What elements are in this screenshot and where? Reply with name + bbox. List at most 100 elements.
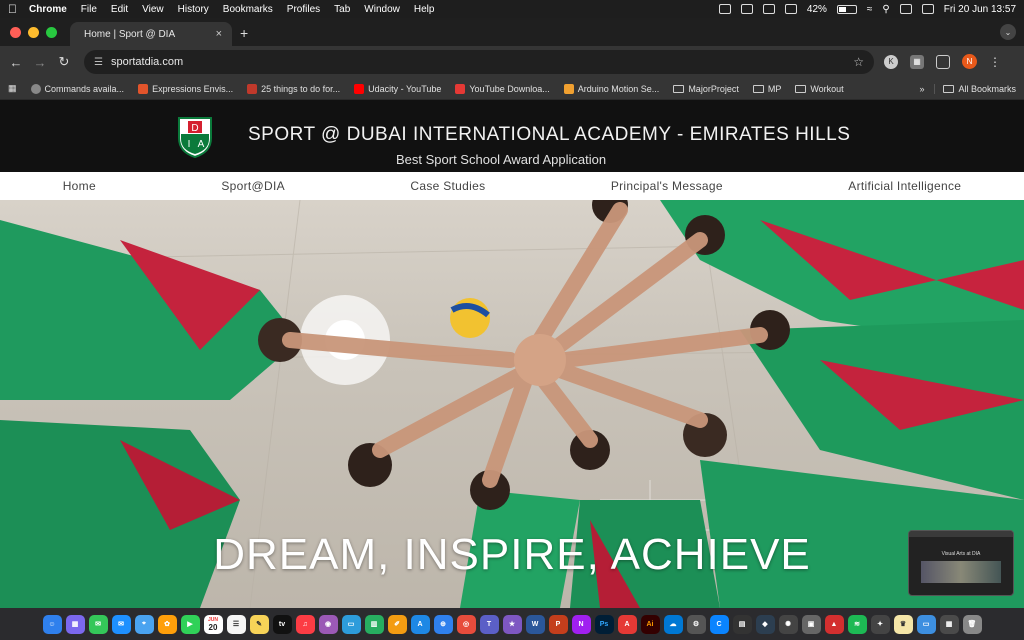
site-title[interactable]: SPORT @ DUBAI INTERNATIONAL ACADEMY - EM… — [248, 124, 850, 146]
bookmark-item[interactable]: 25 things to do for... — [247, 83, 340, 94]
wifi-icon[interactable]: ≈ — [867, 4, 873, 15]
calendar-icon[interactable]: JUN 20 — [203, 614, 223, 634]
forward-button[interactable]: → — [28, 55, 52, 70]
menu-help[interactable]: Help — [414, 4, 435, 15]
dia-crest-logo[interactable]: D I A — [177, 114, 213, 158]
facetime-icon[interactable]: ▶ — [180, 614, 200, 634]
nav-principals-message[interactable]: Principal's Message — [611, 179, 723, 193]
tab-close-icon[interactable]: × — [216, 28, 222, 40]
profile-avatar[interactable]: N — [962, 54, 977, 69]
new-tab-button[interactable]: + — [240, 25, 248, 41]
chatgpt-icon[interactable]: ✺ — [778, 614, 798, 634]
address-bar[interactable]: ☰ sportatdia.com ☆ — [84, 50, 874, 74]
menu-bookmarks[interactable]: Bookmarks — [223, 4, 273, 15]
nav-sport-at-dia[interactable]: Sport@DIA — [221, 179, 285, 193]
teams-icon[interactable]: T — [479, 614, 499, 634]
all-bookmarks-button[interactable]: All Bookmarks — [934, 83, 1016, 94]
utility-icon[interactable]: ▤ — [732, 614, 752, 634]
canva-icon[interactable]: C — [709, 614, 729, 634]
menu-edit[interactable]: Edit — [111, 4, 128, 15]
settings-icon[interactable] — [762, 4, 775, 14]
bookmark-item[interactable]: Commands availa... — [30, 83, 124, 94]
powerpoint-icon[interactable]: P — [548, 614, 568, 634]
acrobat-icon[interactable]: A — [617, 614, 637, 634]
onedrive-icon[interactable]: ☁ — [663, 614, 683, 634]
safari-icon[interactable]: ⊕ — [433, 614, 453, 634]
extension-k-icon[interactable]: K — [884, 54, 898, 69]
bookmark-folder[interactable]: MajorProject — [673, 84, 739, 94]
control-center-icon[interactable] — [899, 4, 912, 14]
pdf-icon[interactable]: ▲ — [824, 614, 844, 634]
cloud-icon[interactable] — [718, 4, 731, 14]
site-info-icon[interactable]: ☰ — [94, 57, 103, 68]
app-store-icon[interactable]: A — [410, 614, 430, 634]
recent-window-icon[interactable]: ▦ — [939, 614, 959, 634]
downloads-folder-icon[interactable]: ▭ — [916, 614, 936, 634]
tab-search-button[interactable]: ⌄ — [1000, 24, 1016, 40]
numbers-icon[interactable]: ▥ — [364, 614, 384, 634]
podcasts-icon[interactable]: ◉ — [318, 614, 338, 634]
siri-icon[interactable] — [921, 4, 934, 14]
photos-icon[interactable]: ✿ — [157, 614, 177, 634]
battery-icon[interactable] — [836, 4, 857, 14]
photoshop-icon[interactable]: Ps — [594, 614, 614, 634]
system-settings-icon[interactable]: ⚙ — [686, 614, 706, 634]
menu-kebab-icon[interactable]: ⋮ — [989, 55, 1001, 69]
messages-icon[interactable]: ✉ — [88, 614, 108, 634]
nav-home[interactable]: Home — [63, 179, 96, 193]
more-bookmarks-button[interactable]: » — [919, 84, 924, 94]
back-button[interactable]: ← — [4, 55, 28, 70]
mail-icon[interactable]: ✉ — [111, 614, 131, 634]
menubar-clock[interactable]: Fri 20 Jun 13:57 — [944, 4, 1016, 15]
chrome-icon[interactable]: ◎ — [456, 614, 476, 634]
reminders-icon[interactable]: ☰ — [226, 614, 246, 634]
bookmark-item[interactable]: Expressions Envis... — [138, 83, 233, 94]
active-tab[interactable]: Home | Sport @ DIA × — [70, 22, 232, 46]
extension-tool-icon[interactable]: ▦ — [910, 54, 924, 69]
illustrator-icon[interactable]: Ai — [640, 614, 660, 634]
spotify-icon[interactable]: ≋ — [847, 614, 867, 634]
bookmark-folder[interactable]: Workout — [795, 84, 844, 94]
maps-icon[interactable]: ⌖ — [134, 614, 154, 634]
keynote-icon[interactable]: ▭ — [341, 614, 361, 634]
nav-artificial-intelligence[interactable]: Artificial Intelligence — [848, 179, 961, 193]
nav-case-studies[interactable]: Case Studies — [410, 179, 485, 193]
app-icon[interactable]: ◆ — [755, 614, 775, 634]
menu-view[interactable]: View — [142, 4, 164, 15]
ai-app-icon[interactable]: ✦ — [870, 614, 890, 634]
pages-icon[interactable]: ✐ — [387, 614, 407, 634]
reload-button[interactable]: ↻ — [52, 54, 76, 70]
finder-icon[interactable]: ☺ — [42, 614, 62, 634]
menu-tab[interactable]: Tab — [334, 4, 350, 15]
bookmark-star-icon[interactable]: ☆ — [853, 55, 864, 69]
menu-file[interactable]: File — [81, 4, 97, 15]
preview-icon[interactable]: ▣ — [801, 614, 821, 634]
menu-history[interactable]: History — [178, 4, 209, 15]
zoom-window-button[interactable] — [46, 27, 57, 38]
word-icon[interactable]: W — [525, 614, 545, 634]
onenote-icon[interactable]: N — [571, 614, 591, 634]
bookmark-item[interactable]: YouTube Downloa... — [455, 83, 550, 94]
menu-window[interactable]: Window — [364, 4, 400, 15]
lamp-icon[interactable]: ♛ — [893, 614, 913, 634]
apps-grid-icon[interactable]: ▦ — [8, 83, 17, 94]
screenshot-thumbnail[interactable]: Visual Arts at DIA — [908, 530, 1014, 596]
music-icon[interactable]: ♫ — [295, 614, 315, 634]
notes-icon[interactable]: ✎ — [249, 614, 269, 634]
extensions-puzzle-icon[interactable] — [936, 54, 950, 69]
menubar-app-name[interactable]: Chrome — [29, 4, 67, 15]
apple-icon[interactable]:  — [8, 2, 17, 16]
menu-profiles[interactable]: Profiles — [287, 4, 320, 15]
search-icon[interactable]: ⚲ — [882, 4, 889, 15]
media-icon[interactable] — [784, 4, 797, 14]
minimize-window-button[interactable] — [28, 27, 39, 38]
apple-tv-icon[interactable]: tv — [272, 614, 292, 634]
launchpad-icon[interactable]: ▦ — [65, 614, 85, 634]
bookmark-folder[interactable]: MP — [752, 84, 781, 94]
close-window-button[interactable] — [10, 27, 21, 38]
bookmark-item[interactable]: Udacity - YouTube — [354, 83, 441, 94]
bookmark-item[interactable]: Arduino Motion Se... — [563, 83, 659, 94]
trash-icon[interactable]: 🗑 — [962, 614, 982, 634]
imovie-icon[interactable]: ★ — [502, 614, 522, 634]
camera-icon[interactable] — [740, 4, 753, 14]
